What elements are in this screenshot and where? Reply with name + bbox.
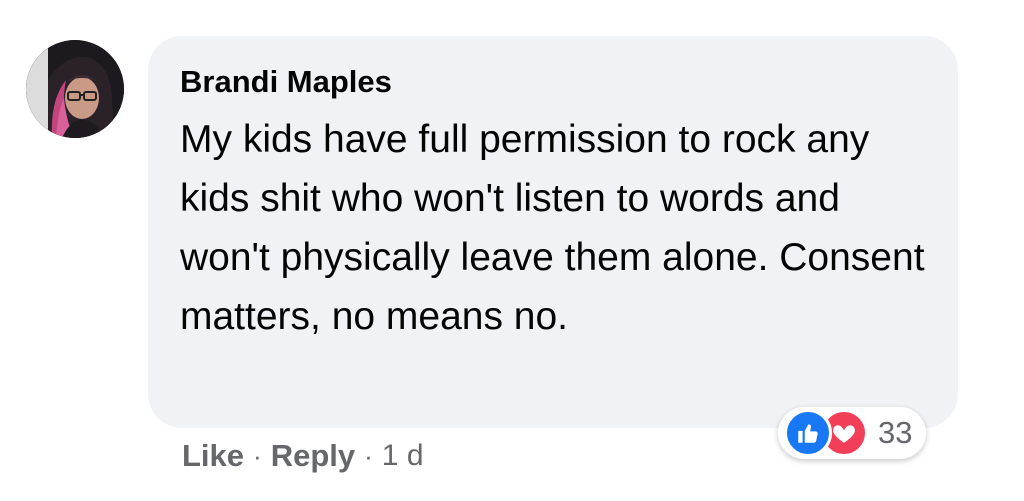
avatar[interactable] (26, 40, 124, 138)
reaction-summary[interactable]: 33 (778, 407, 927, 459)
author-name[interactable]: Brandi Maples (180, 64, 392, 100)
comment-text: My kids have full permission to rock any… (180, 118, 925, 338)
timestamp[interactable]: 1 d (382, 436, 424, 476)
avatar-image (26, 40, 124, 138)
like-button[interactable]: Like (182, 436, 244, 476)
comment: Brandi Maples My kids have full permissi… (0, 0, 1024, 501)
separator: · (253, 441, 262, 471)
reply-button[interactable]: Reply (271, 436, 355, 476)
comment-bubble: Brandi Maples My kids have full permissi… (148, 36, 958, 428)
separator: · (364, 441, 373, 471)
like-icon (784, 409, 832, 457)
reaction-count: 33 (878, 415, 913, 450)
comment-actions: Like · Reply · 1 d (182, 436, 424, 476)
